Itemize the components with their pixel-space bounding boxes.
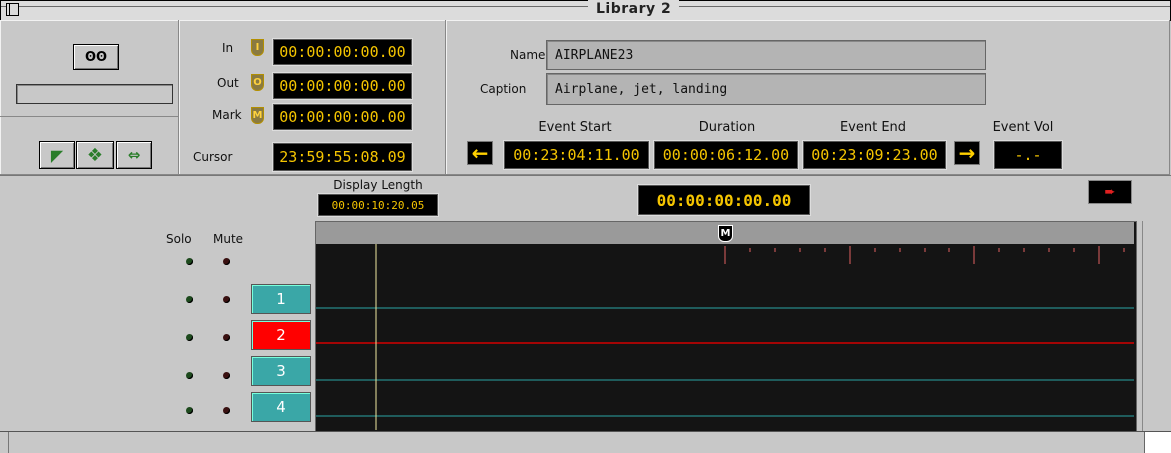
- rabbit-icon: ➨: [1104, 184, 1116, 200]
- mark-timecode[interactable]: 00:00:00:00.00: [273, 104, 412, 130]
- track-2-button[interactable]: 2: [251, 320, 311, 350]
- mute-master-dot[interactable]: [223, 258, 230, 265]
- event-end-label: Event End: [839, 120, 907, 135]
- divider: [0, 175, 1171, 176]
- display-length-timecode[interactable]: 00:00:10:20.05: [318, 194, 438, 216]
- horizontal-scrollbar[interactable]: [8, 432, 1144, 453]
- caption-field[interactable]: Airplane, jet, landing: [546, 73, 986, 105]
- event-start-timecode[interactable]: 00:23:04:11.00: [504, 141, 649, 169]
- horizontal-arrows-icon: ⇔: [127, 146, 141, 164]
- out-badge: O: [251, 74, 264, 91]
- mute-label: Mute: [213, 232, 244, 246]
- out-timecode[interactable]: 00:00:00:00.00: [273, 73, 412, 99]
- in-label: In: [222, 41, 234, 55]
- name-label: Name: [510, 48, 546, 62]
- mute-track-2-dot[interactable]: [223, 334, 230, 341]
- event-start-label: Event Start: [538, 120, 612, 135]
- cursor-label: Cursor: [193, 150, 233, 164]
- tape-reel-icon: ʘʘ: [84, 49, 108, 65]
- deck-status-field: [16, 84, 173, 104]
- mark-marker[interactable]: M: [718, 225, 733, 242]
- duration-timecode[interactable]: 00:00:06:12.00: [654, 141, 798, 169]
- solo-track-1-dot[interactable]: [186, 296, 193, 303]
- title-bar[interactable]: [0, 0, 1171, 21]
- position-timecode: 00:00:00:00.00: [638, 185, 810, 215]
- in-timecode[interactable]: 00:00:00:00.00: [273, 39, 412, 65]
- name-field[interactable]: AIRPLANE23: [546, 40, 986, 70]
- window-title: Library 2: [588, 0, 680, 19]
- event-vol-value[interactable]: -.-: [994, 141, 1062, 169]
- mute-track-1-dot[interactable]: [223, 296, 230, 303]
- caption-label: Caption: [480, 82, 527, 96]
- arrow-left-icon: ←: [471, 141, 489, 165]
- divider: [0, 116, 178, 117]
- mark-badge: M: [251, 107, 264, 124]
- previous-event-button[interactable]: ←: [467, 141, 493, 165]
- rabbit-speed-button[interactable]: ➨: [1088, 180, 1132, 204]
- duration-label: Duration: [698, 120, 756, 135]
- track-3-button[interactable]: 3: [251, 356, 311, 386]
- select-tool-button[interactable]: ◤: [39, 141, 75, 169]
- solo-master-dot[interactable]: [186, 258, 193, 265]
- in-badge: I: [251, 39, 264, 56]
- divider: [1142, 221, 1143, 431]
- ruler-ticks: [724, 246, 1125, 264]
- trim-tool-button[interactable]: ⇔: [116, 141, 152, 169]
- arrow-pointer-icon: ◤: [50, 145, 64, 165]
- solo-track-3-dot[interactable]: [186, 372, 193, 379]
- solo-track-2-dot[interactable]: [186, 334, 193, 341]
- track-4-button[interactable]: 4: [251, 392, 311, 422]
- solo-track-4-dot[interactable]: [186, 407, 193, 414]
- close-box[interactable]: [6, 3, 19, 16]
- arrow-right-icon: →: [958, 141, 976, 165]
- solo-label: Solo: [166, 232, 192, 246]
- grow-box[interactable]: [1144, 432, 1171, 453]
- out-label: Out: [217, 76, 239, 90]
- event-end-timecode[interactable]: 00:23:09:23.00: [803, 141, 946, 169]
- move-arrows-icon: ❖: [86, 144, 104, 166]
- display-length-label: Display Length: [333, 178, 423, 192]
- cursor-timecode: 23:59:55:08.09: [273, 143, 412, 171]
- tape-deck-button[interactable]: ʘʘ: [73, 44, 119, 70]
- event-vol-label: Event Vol: [992, 120, 1054, 135]
- mute-track-3-dot[interactable]: [223, 372, 230, 379]
- timeline-tracks: [316, 244, 1134, 430]
- move-tool-button[interactable]: ❖: [76, 141, 114, 169]
- mute-track-4-dot[interactable]: [223, 407, 230, 414]
- mark-label: Mark: [212, 108, 242, 122]
- track-1-button[interactable]: 1: [251, 284, 311, 314]
- next-event-button[interactable]: →: [954, 141, 980, 165]
